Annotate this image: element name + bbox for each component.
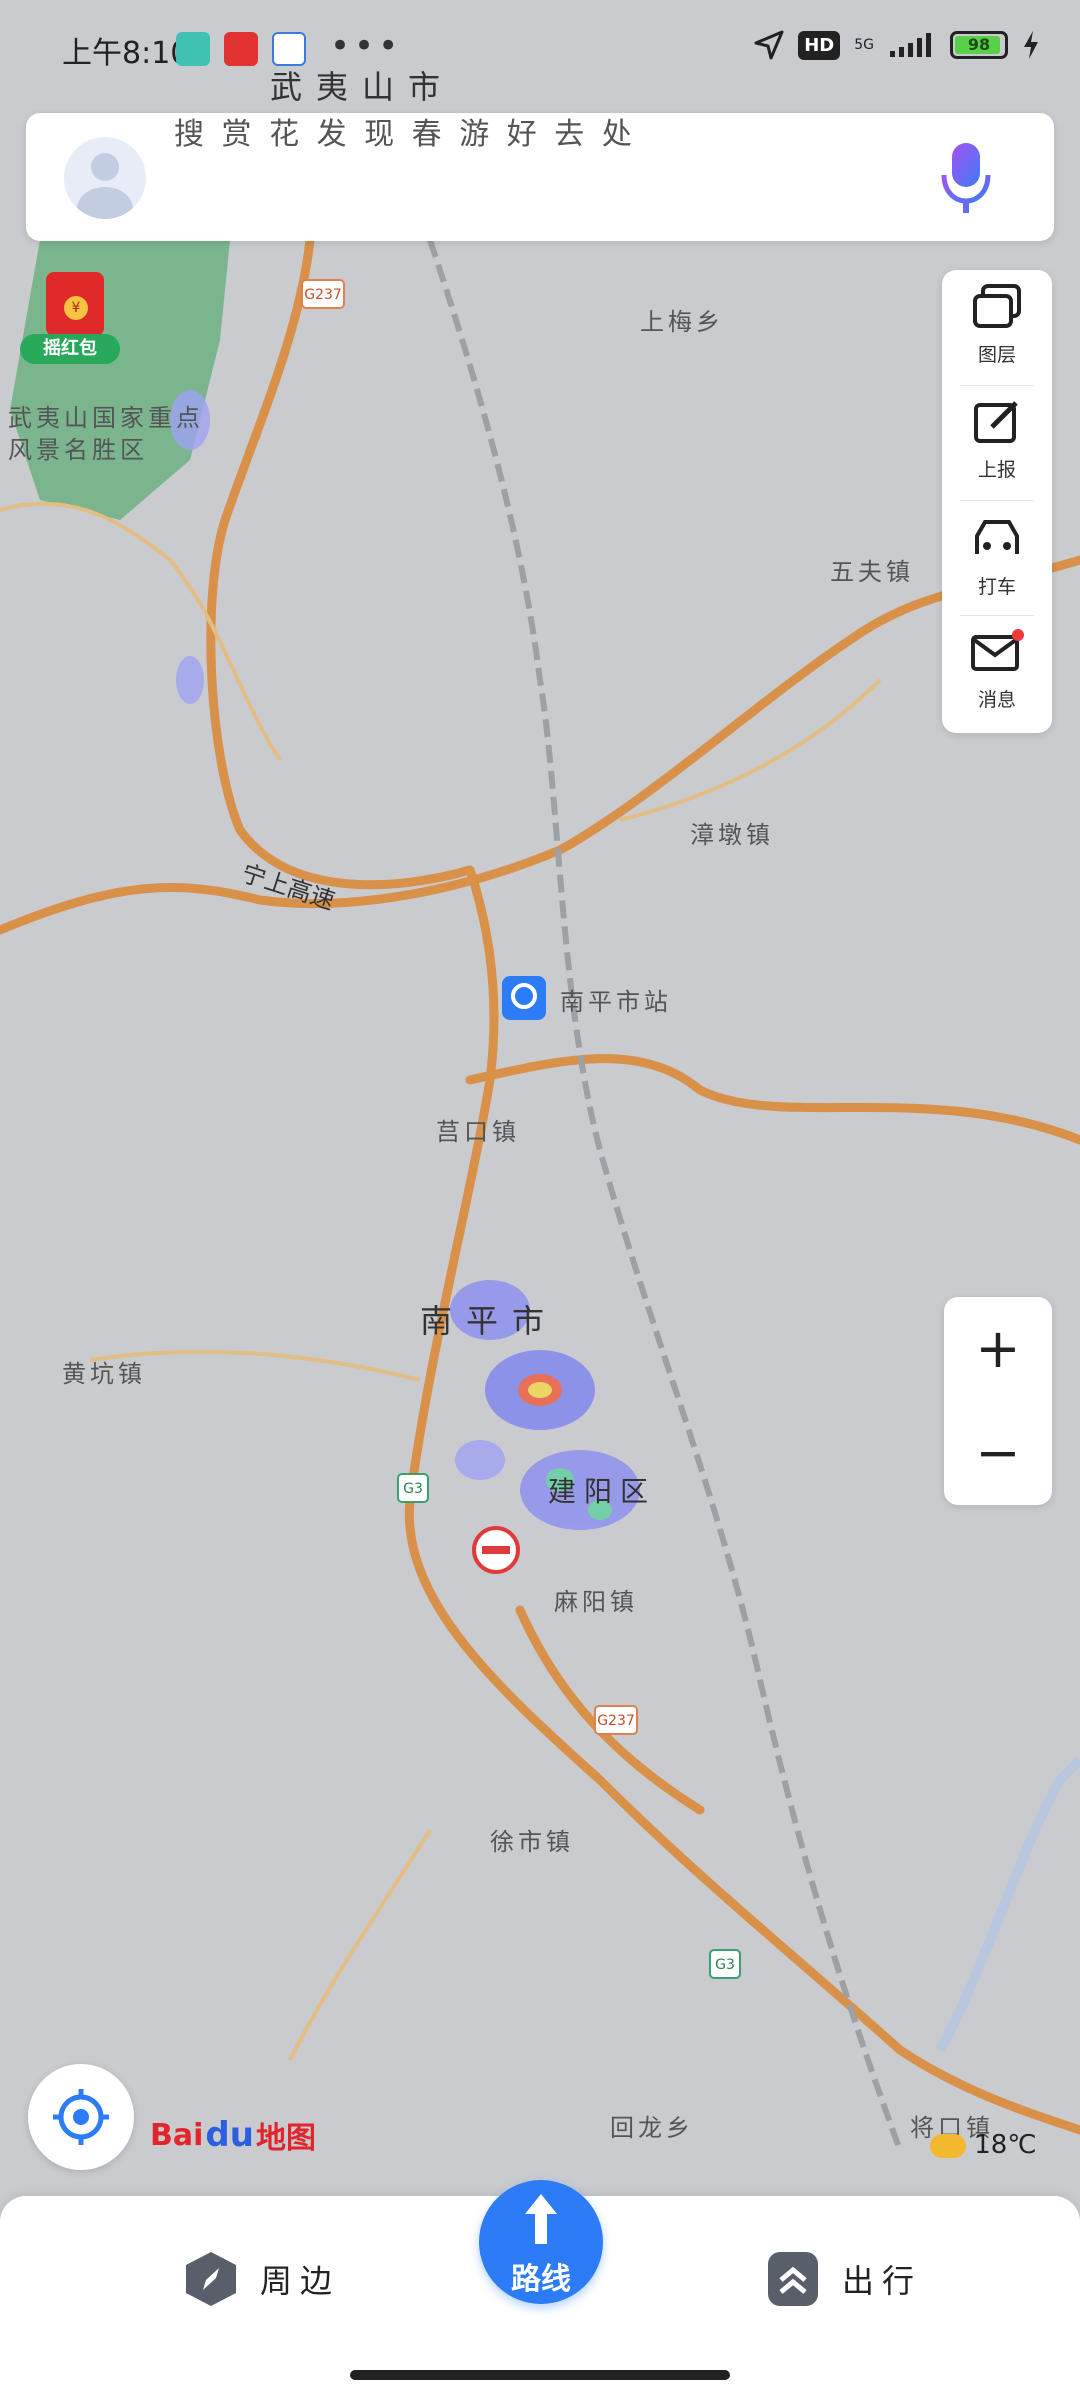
crosshair-icon: [53, 2089, 109, 2145]
tool-label: 消息: [977, 689, 1016, 711]
hd-badge: HD: [798, 30, 841, 60]
navigation-app-icon: [176, 32, 210, 66]
charging-icon: [1024, 31, 1038, 59]
battery-icon: 98: [950, 31, 1008, 59]
news-app-icon: [224, 32, 258, 66]
travel-chevrons-icon: [768, 2252, 818, 2306]
signal-icon: [890, 33, 931, 57]
mail-icon: [971, 629, 1024, 671]
more-notifications-icon: •••: [330, 26, 403, 66]
zoom-out-button[interactable]: −: [944, 1401, 1052, 1505]
home-indicator[interactable]: [350, 2370, 730, 2380]
taxi-button[interactable]: 打车: [942, 500, 1052, 615]
place-label[interactable]: 漳墩镇: [690, 815, 774, 850]
place-label[interactable]: 回龙乡: [610, 2108, 694, 2143]
browser-app-icon: [272, 32, 306, 66]
travel-label: 出行: [842, 2262, 923, 2300]
taxi-icon: [975, 520, 1019, 554]
road-shield-label: G3: [403, 1481, 423, 1497]
red-packet-button[interactable]: ¥ 摇红包: [20, 272, 120, 372]
tool-label: 图层: [977, 344, 1016, 366]
road-shield-label: G237: [597, 1713, 635, 1729]
place-label[interactable]: 五夫镇: [830, 552, 914, 587]
tool-label: 上报: [977, 459, 1016, 481]
layers-button[interactable]: 图层: [942, 270, 1052, 385]
messages-button[interactable]: 消息: [942, 615, 1052, 730]
tool-label: 打车: [977, 576, 1016, 598]
map-tools-panel: 图层 上报 打车 消息: [942, 270, 1052, 733]
partly-cloudy-icon: [930, 2133, 966, 2158]
place-label[interactable]: 南平市站: [560, 982, 672, 1017]
place-label[interactable]: 黄坑镇: [62, 1354, 146, 1389]
zoom-in-button[interactable]: +: [944, 1297, 1052, 1401]
road-shield-label: G3: [715, 1957, 735, 1973]
report-edit-icon: [974, 401, 1018, 443]
place-label[interactable]: 武夷山国家重点风景名胜区: [8, 402, 228, 466]
place-label[interactable]: 麻阳镇: [554, 1582, 638, 1617]
avatar[interactable]: [64, 137, 146, 219]
battery-level: 98: [967, 35, 991, 54]
status-time: 上午8:10: [62, 36, 190, 71]
coin-icon: ¥: [64, 296, 88, 320]
road-shield-label: G237: [304, 287, 342, 303]
map-canvas[interactable]: G237 G3 G237 G3 宁上高速: [0, 0, 1080, 2400]
place-label[interactable]: 建阳区: [548, 1470, 656, 1510]
train-station-marker: [502, 976, 546, 1020]
route-button[interactable]: 路线: [479, 2180, 603, 2304]
location-arrow-icon: [754, 30, 784, 60]
nearby-button[interactable]: 周边: [184, 2250, 340, 2308]
place-label[interactable]: 莒口镇: [436, 1112, 520, 1147]
compass-icon: [186, 2252, 236, 2306]
report-button[interactable]: 上报: [942, 385, 1052, 500]
microphone-icon[interactable]: [938, 141, 994, 219]
place-label[interactable]: 上梅乡: [640, 302, 724, 337]
locate-me-button[interactable]: [28, 2064, 134, 2170]
status-bar: 上午8:10 ••• HD 5G 98: [0, 0, 1080, 100]
weather-widget[interactable]: 18℃: [930, 2130, 1037, 2160]
baidu-map-logo: Bai du 地图: [150, 2115, 316, 2156]
layers-icon: [973, 284, 1021, 328]
network-type: 5G: [854, 37, 874, 53]
route-label: 路线: [511, 2262, 571, 2297]
travel-button[interactable]: 出行: [766, 2250, 922, 2308]
weather-temperature: 18℃: [974, 2130, 1037, 2160]
place-label[interactable]: 南平市: [420, 1296, 558, 1342]
red-packet-label: 摇红包: [20, 334, 120, 364]
zoom-control: + −: [944, 1297, 1052, 1505]
place-label[interactable]: 徐市镇: [490, 1822, 574, 1857]
nearby-label: 周边: [260, 2262, 341, 2300]
search-bar[interactable]: 搜 赏 花 发 现 春 游 好 去 处: [26, 113, 1054, 241]
search-input[interactable]: 搜 赏 花 发 现 春 游 好 去 处: [174, 109, 636, 153]
route-arrow-icon: [525, 2194, 557, 2244]
